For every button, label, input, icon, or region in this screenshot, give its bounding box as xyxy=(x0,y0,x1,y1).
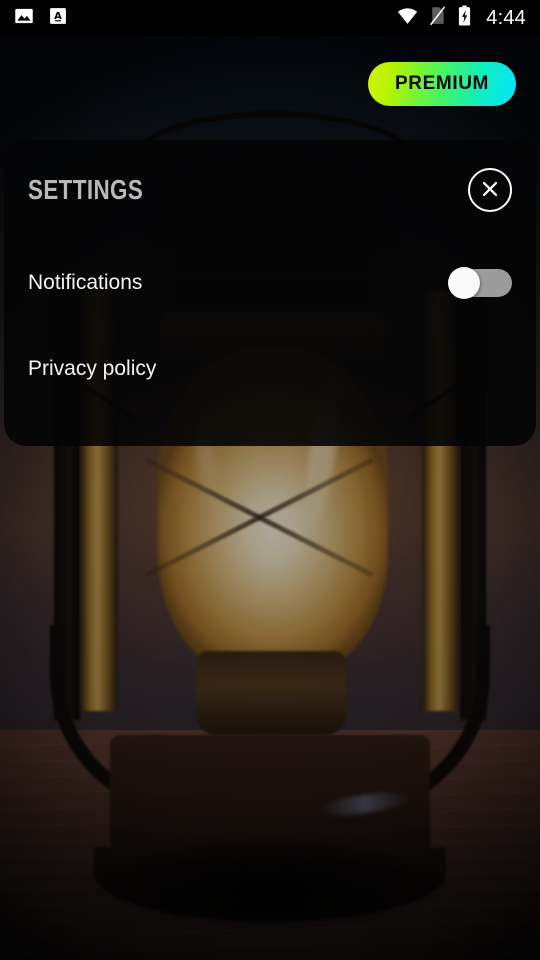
premium-button[interactable]: PREMIUM xyxy=(368,62,516,106)
status-bar-clock: 4:44 xyxy=(486,6,526,29)
settings-panel: SETTINGS Notifications Privacy policy xyxy=(4,140,536,446)
page-title: SETTINGS xyxy=(28,174,144,205)
status-bar-left: A xyxy=(14,6,68,31)
notifications-toggle[interactable] xyxy=(448,267,512,299)
setting-row-notifications[interactable]: Notifications xyxy=(28,240,512,326)
lantern-burner xyxy=(196,651,346,735)
setting-row-label: Notifications xyxy=(28,271,143,294)
wifi-icon xyxy=(397,5,418,31)
setting-row-privacy-policy[interactable]: Privacy policy xyxy=(28,326,512,412)
status-bar: A 4:44 xyxy=(0,0,540,36)
setting-row-label: Privacy policy xyxy=(28,357,157,380)
premium-button-label: PREMIUM xyxy=(395,73,489,94)
settings-panel-header: SETTINGS xyxy=(28,140,512,240)
toggle-thumb xyxy=(448,267,480,299)
close-button[interactable] xyxy=(468,168,512,212)
no-sim-icon xyxy=(428,5,447,31)
battery-charging-icon xyxy=(457,5,472,31)
close-icon xyxy=(479,178,501,203)
status-bar-right: 4:44 xyxy=(397,5,526,31)
photo-icon xyxy=(14,6,34,31)
app-root: A 4:44 PREMIUM SETTINGS Notifications Pr… xyxy=(0,0,540,960)
translate-icon: A xyxy=(48,6,68,31)
scene-shadow xyxy=(40,830,500,960)
